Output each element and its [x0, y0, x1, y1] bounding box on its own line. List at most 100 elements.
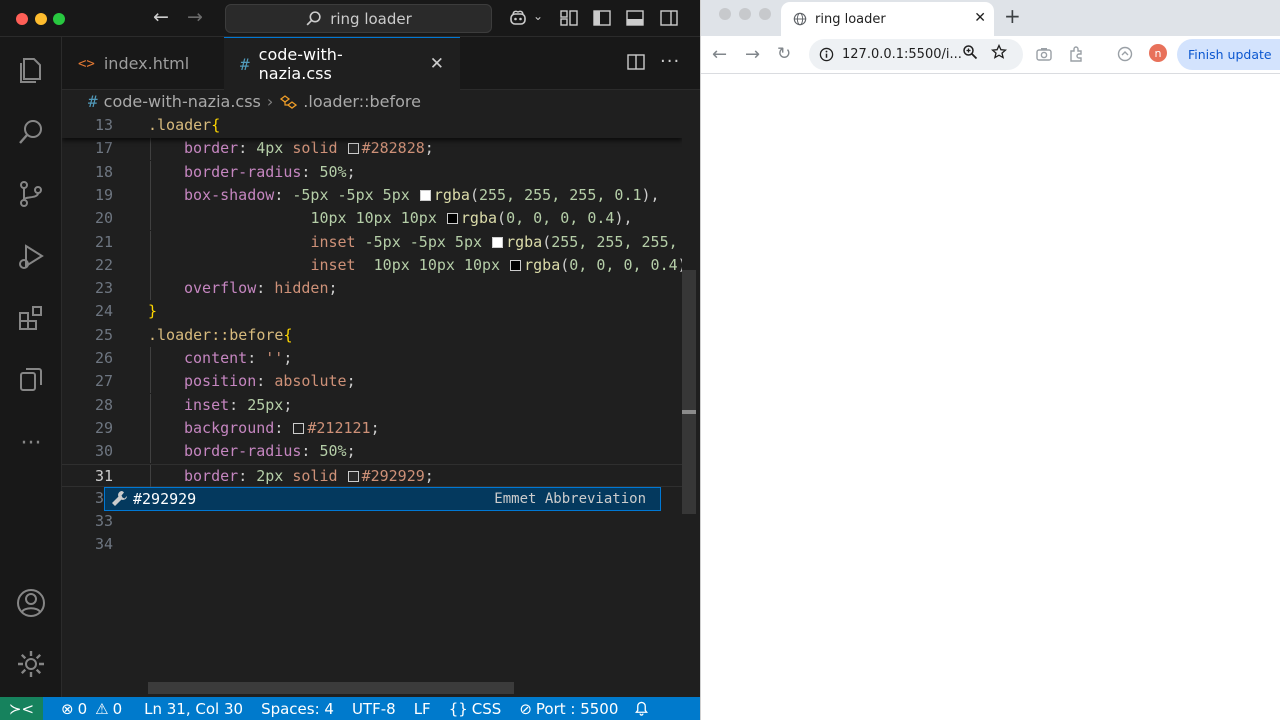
code-token: rgba [506, 232, 543, 251]
toggle-secondary-sidebar-icon[interactable] [659, 8, 679, 28]
bookmark-star-icon[interactable] [991, 44, 1007, 60]
suggest-widget[interactable]: #292929 Emmet Abbreviation [104, 487, 661, 511]
code-line[interactable]: 24} [62, 300, 682, 323]
browser-toolbar: ← → ↻ 127.0.0.1:5500/i... n Finish updat… [701, 36, 1280, 74]
color-swatch[interactable] [293, 422, 305, 434]
cursor-position[interactable]: Ln 31, Col 30 [144, 700, 243, 718]
code-editor[interactable]: 13 .loader{17 border: 4px solid #282828; 18… [62, 114, 682, 682]
copilot-icon[interactable] [508, 8, 528, 28]
maximize-window-button[interactable] [53, 13, 65, 25]
maximize-window-button[interactable] [759, 8, 771, 20]
code-line[interactable]: 34 [62, 533, 682, 556]
line-number: 28 [94, 395, 113, 414]
color-swatch[interactable] [446, 213, 458, 225]
code-token: rgba [433, 185, 470, 204]
code-line[interactable]: 23 overflow: hidden; [62, 277, 682, 301]
indentation[interactable]: Spaces: 4 [261, 700, 334, 718]
code-line[interactable]: 30 border-radius: 50%; [62, 440, 682, 464]
explorer-icon[interactable] [15, 54, 47, 86]
finish-update-button[interactable]: Finish update [1177, 39, 1280, 70]
new-tab-icon[interactable]: + [1004, 4, 1021, 28]
settings-gear-icon[interactable] [15, 648, 47, 680]
back-arrow-icon[interactable]: ← [712, 44, 727, 65]
code-line[interactable]: 20 10px 10px 10px rgba(0, 0, 0, 0.4), [62, 207, 682, 231]
code-line[interactable]: 31 border: 2px solid #292929; [62, 463, 682, 488]
line-number: 20 [94, 209, 113, 228]
code-line[interactable]: 25 .loader::before{ [62, 324, 682, 347]
encoding[interactable]: UTF-8 [352, 700, 396, 718]
color-swatch[interactable] [347, 143, 359, 155]
more-views-icon[interactable]: ··· [15, 428, 47, 460]
zoom-icon[interactable] [962, 44, 978, 60]
css-file-icon: # [240, 54, 250, 74]
performance-icon[interactable] [1116, 45, 1134, 63]
reload-icon[interactable]: ↻ [777, 44, 791, 64]
end-of-line[interactable]: LF [414, 700, 431, 718]
forward-arrow-icon[interactable]: → [187, 6, 203, 28]
source-control-icon[interactable] [15, 178, 47, 210]
toggle-panel-icon[interactable] [625, 8, 645, 28]
language-mode[interactable]: {} CSS [449, 700, 502, 718]
camera-extension-icon[interactable] [1035, 45, 1053, 63]
code-line[interactable]: 18 border-radius: 50%; [62, 160, 682, 184]
code-token: rgba [460, 209, 498, 228]
bell-icon[interactable] [634, 701, 649, 716]
code-token: .loader::before [148, 325, 284, 344]
color-swatch[interactable] [492, 236, 504, 248]
forward-arrow-icon[interactable]: → [745, 44, 760, 65]
split-editor-icon[interactable] [627, 53, 645, 76]
code-line[interactable]: 22 inset 10px 10px 10px rgba(0, 0, 0, 0.… [62, 253, 682, 277]
code-token: { [283, 325, 293, 344]
code-token: 50% [319, 162, 347, 181]
code-text: 10px 10px 10px rgba(0, 0, 0, 0.4), [184, 207, 632, 230]
run-debug-icon[interactable] [15, 240, 47, 272]
breadcrumb-symbol[interactable]: .loader::before [303, 92, 421, 111]
sticky-scroll-line[interactable]: 13 .loader{ [62, 114, 682, 138]
close-window-button[interactable] [719, 8, 731, 20]
remote-explorer-icon[interactable] [15, 364, 47, 396]
copilot-chevron-down-icon[interactable]: ⌄ [533, 9, 543, 23]
command-center-text: ring loader [330, 9, 412, 28]
tab-code-with-nazia-css[interactable]: # code-with-nazia.css ✕ [224, 37, 460, 90]
tab-index-html[interactable]: <> index.html [62, 37, 222, 90]
code-line[interactable]: 21 inset -5px -5px 5px rgba(255, 255, 25… [62, 230, 682, 254]
color-swatch[interactable] [510, 259, 522, 271]
minimize-window-button[interactable] [35, 13, 47, 25]
horizontal-scrollbar[interactable] [148, 682, 514, 694]
code-token: .loader [148, 116, 212, 134]
command-center-search[interactable]: ring loader [225, 4, 492, 33]
live-server-port[interactable]: ⊘ Port : 5500 [519, 700, 618, 718]
color-swatch[interactable] [419, 189, 431, 201]
extensions-puzzle-icon[interactable] [1068, 45, 1086, 63]
code-line[interactable]: 19 box-shadow: -5px -5px 5px rgba(255, 25… [62, 183, 682, 207]
remote-indicator-icon[interactable]: ≻< [0, 697, 43, 720]
browser-tab[interactable]: ring loader ✕ [781, 2, 994, 36]
code-line[interactable]: 26 content: ''; [62, 347, 682, 370]
close-tab-icon[interactable]: ✕ [430, 54, 444, 74]
close-tab-icon[interactable]: ✕ [974, 10, 986, 26]
problems-indicator[interactable]: ⊗ 0 ⚠ 0 [61, 700, 122, 718]
color-swatch[interactable] [347, 470, 359, 482]
profile-avatar[interactable]: n [1149, 44, 1167, 62]
back-arrow-icon[interactable]: ← [153, 6, 169, 28]
code-line[interactable]: 29 background: #212121; [62, 416, 682, 440]
vertical-scrollbar[interactable] [682, 270, 696, 514]
code-text: inset 10px 10px 10px rgba(0, 0, 0, 0.4); [184, 254, 682, 277]
breadcrumb-file[interactable]: code-with-nazia.css [104, 92, 261, 111]
code-line[interactable]: 27 position: absolute; [62, 370, 682, 394]
minimize-window-button[interactable] [739, 8, 751, 20]
extensions-icon[interactable] [15, 302, 47, 334]
search-icon[interactable] [15, 116, 47, 148]
accounts-icon[interactable] [15, 587, 47, 619]
more-actions-icon[interactable]: ··· [660, 51, 680, 72]
code-text: inset: 25px; [184, 394, 292, 417]
close-window-button[interactable] [16, 13, 28, 25]
toggle-primary-sidebar-icon[interactable] [592, 8, 612, 28]
code-line[interactable]: 17 border: 4px solid #282828; [62, 137, 682, 161]
indent-guide [150, 207, 151, 231]
code-line[interactable]: 33 [62, 510, 682, 533]
customize-layout-icon[interactable] [559, 8, 579, 28]
code-line[interactable]: 28 inset: 25px; [62, 393, 682, 417]
